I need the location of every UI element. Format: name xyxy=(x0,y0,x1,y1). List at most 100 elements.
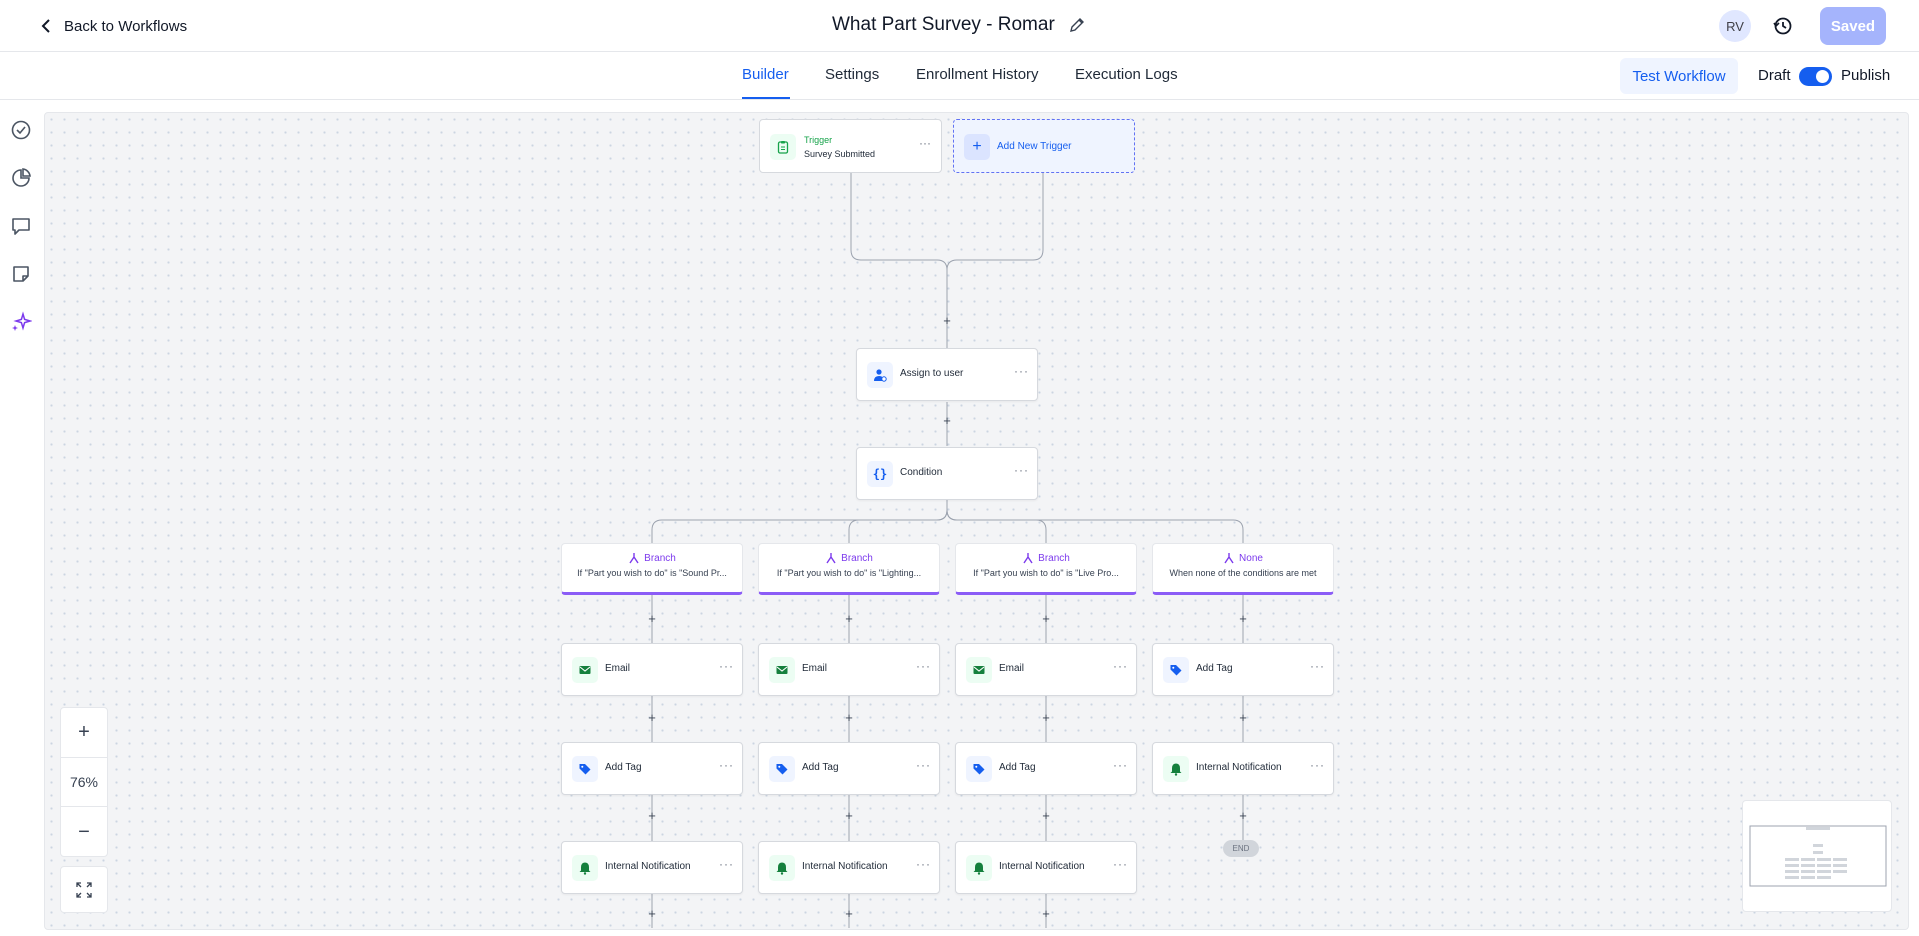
more-options-icon[interactable]: ··· xyxy=(1014,463,1029,477)
trigger-node[interactable]: Trigger Survey Submitted ··· xyxy=(759,119,942,173)
email-icon xyxy=(966,657,992,683)
zoom-controls: + 76% − xyxy=(60,707,108,857)
add-tag-node[interactable]: Add Tag ··· xyxy=(561,742,743,795)
step-label: Internal Notification xyxy=(605,861,691,872)
more-options-icon[interactable]: ··· xyxy=(1113,758,1128,772)
more-options-icon[interactable]: ··· xyxy=(1113,857,1128,871)
more-options-icon[interactable]: ··· xyxy=(719,659,734,673)
branch-fork-icon xyxy=(1224,553,1234,564)
trigger-title: Trigger xyxy=(804,135,833,145)
add-step-button[interactable]: + xyxy=(645,907,659,921)
step-label: Email xyxy=(999,663,1025,674)
minimap-preview xyxy=(1749,825,1887,887)
add-step-button[interactable]: + xyxy=(842,612,856,626)
end-marker: END xyxy=(1223,840,1259,857)
branch-description: If "Part you wish to do" is "Sound Pr... xyxy=(577,568,727,578)
add-step-button[interactable]: + xyxy=(842,809,856,823)
internal-notification-node[interactable]: Internal Notification ··· xyxy=(955,841,1137,894)
step-label: Internal Notification xyxy=(802,861,888,872)
braces-icon: {} xyxy=(867,461,893,487)
add-step-button[interactable]: + xyxy=(940,414,954,428)
more-options-icon[interactable]: ··· xyxy=(1014,364,1029,378)
more-options-icon[interactable]: ··· xyxy=(916,659,931,673)
step-label: Email xyxy=(802,663,828,674)
tag-icon xyxy=(966,756,992,782)
branch-fork-icon xyxy=(1023,553,1033,564)
branch-fork-icon xyxy=(629,553,639,564)
plus-icon: + xyxy=(964,134,990,160)
add-step-button[interactable]: + xyxy=(1039,809,1053,823)
step-label: Email xyxy=(605,663,631,674)
add-step-button[interactable]: + xyxy=(1039,907,1053,921)
expand-icon xyxy=(76,881,92,898)
email-node[interactable]: Email ··· xyxy=(561,643,743,696)
branch-header[interactable]: Branch If "Part you wish to do" is "Soun… xyxy=(561,543,743,595)
add-step-button[interactable]: + xyxy=(842,907,856,921)
branch-description: When none of the conditions are met xyxy=(1169,568,1317,578)
add-tag-node[interactable]: Add Tag ··· xyxy=(1152,643,1334,696)
branch-title: None xyxy=(1239,552,1263,564)
add-step-button[interactable]: + xyxy=(645,612,659,626)
add-step-button[interactable]: + xyxy=(1236,711,1250,725)
step-label: Internal Notification xyxy=(1196,762,1282,773)
assign-user-label: Assign to user xyxy=(900,368,964,379)
branch-header[interactable]: Branch If "Part you wish to do" is "Live… xyxy=(955,543,1137,595)
branch-title: Branch xyxy=(644,552,676,564)
trigger-subtitle: Survey Submitted xyxy=(804,149,876,159)
zoom-out-button[interactable]: − xyxy=(61,808,107,856)
tag-icon xyxy=(1163,657,1189,683)
more-options-icon[interactable]: ··· xyxy=(719,758,734,772)
email-node[interactable]: Email ··· xyxy=(955,643,1137,696)
canvas-minimap[interactable] xyxy=(1742,800,1892,912)
add-step-button[interactable]: + xyxy=(1236,809,1250,823)
email-icon xyxy=(572,657,598,683)
more-options-icon[interactable]: ··· xyxy=(1310,659,1325,673)
more-options-icon[interactable]: ··· xyxy=(916,857,931,871)
more-options-icon[interactable]: ··· xyxy=(916,758,931,772)
add-tag-node[interactable]: Add Tag ··· xyxy=(758,742,940,795)
assign-user-icon xyxy=(867,362,893,388)
add-step-button[interactable]: + xyxy=(1039,612,1053,626)
add-step-button[interactable]: + xyxy=(842,711,856,725)
branch-header-none[interactable]: None When none of the conditions are met xyxy=(1152,543,1334,595)
more-options-icon[interactable]: ··· xyxy=(719,857,734,871)
internal-notification-node[interactable]: Internal Notification ··· xyxy=(1152,742,1334,795)
step-label: Add Tag xyxy=(605,762,642,773)
assign-user-node[interactable]: Assign to user ··· xyxy=(856,348,1038,401)
add-step-button[interactable]: + xyxy=(1039,711,1053,725)
add-trigger-label: Add New Trigger xyxy=(997,141,1072,152)
internal-notification-node[interactable]: Internal Notification ··· xyxy=(561,841,743,894)
branch-description: If "Part you wish to do" is "Live Pro... xyxy=(973,568,1119,578)
bell-icon xyxy=(966,855,992,881)
internal-notification-node[interactable]: Internal Notification ··· xyxy=(758,841,940,894)
more-options-icon[interactable]: ··· xyxy=(1310,758,1325,772)
condition-node[interactable]: {} Condition ··· xyxy=(856,447,1038,500)
branch-fork-icon xyxy=(826,553,836,564)
email-icon xyxy=(769,657,795,683)
bell-icon xyxy=(769,855,795,881)
add-step-button[interactable]: + xyxy=(940,314,954,328)
step-label: Add Tag xyxy=(1196,663,1233,674)
clipboard-icon xyxy=(770,134,796,160)
zoom-level: 76% xyxy=(61,757,107,807)
branch-header[interactable]: Branch If "Part you wish to do" is "Ligh… xyxy=(758,543,940,595)
add-step-button[interactable]: + xyxy=(645,711,659,725)
more-options-icon[interactable]: ··· xyxy=(919,136,931,150)
add-new-trigger-button[interactable]: + Add New Trigger xyxy=(953,119,1135,173)
bell-icon xyxy=(572,855,598,881)
fit-view-button[interactable] xyxy=(60,866,108,913)
step-label: Add Tag xyxy=(999,762,1036,773)
branch-title: Branch xyxy=(841,552,873,564)
add-step-button[interactable]: + xyxy=(1236,612,1250,626)
branch-title: Branch xyxy=(1038,552,1070,564)
step-label: Add Tag xyxy=(802,762,839,773)
zoom-in-button[interactable]: + xyxy=(61,708,107,756)
condition-label: Condition xyxy=(900,467,943,478)
add-step-button[interactable]: + xyxy=(645,809,659,823)
add-tag-node[interactable]: Add Tag ··· xyxy=(955,742,1137,795)
more-options-icon[interactable]: ··· xyxy=(1113,659,1128,673)
email-node[interactable]: Email ··· xyxy=(758,643,940,696)
bell-icon xyxy=(1163,756,1189,782)
tag-icon xyxy=(769,756,795,782)
tag-icon xyxy=(572,756,598,782)
